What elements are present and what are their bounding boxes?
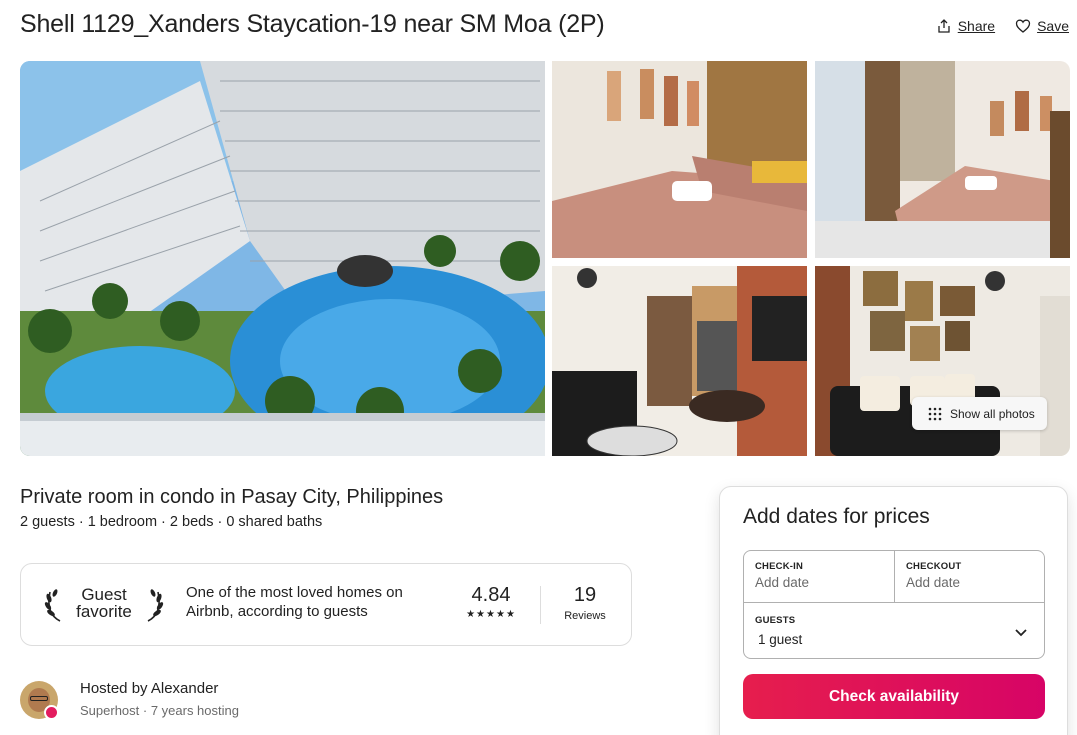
guests-label: GUESTS	[755, 615, 796, 626]
photo-main-pool[interactable]	[20, 61, 545, 456]
photo-bedroom-1[interactable]	[552, 61, 807, 258]
show-all-photos-label: Show all photos	[950, 406, 1035, 421]
rating-block: 4.84 ★★★★★	[457, 584, 525, 620]
photo-bedroom-2[interactable]	[815, 61, 1070, 258]
guest-favorite-line1: Guest	[81, 585, 127, 604]
rating-divider	[540, 586, 541, 624]
checkout-value: Add date	[906, 575, 961, 590]
date-guest-picker: CHECK-IN Add date CHECKOUT Add date GUES…	[743, 550, 1045, 659]
guests-field[interactable]: GUESTS 1 guest	[744, 603, 1044, 659]
avatar-glasses	[30, 696, 48, 701]
superhost-badge-icon	[44, 705, 59, 720]
host-name: Hosted by Alexander	[80, 680, 219, 697]
booking-card: Add dates for prices CHECK-IN Add date C…	[719, 486, 1068, 735]
share-button[interactable]: Share	[936, 18, 995, 34]
laurel-right-icon	[147, 589, 164, 622]
listing-actions: Share Save	[936, 18, 1069, 34]
guest-favorite-badge: Guest favorite	[44, 584, 164, 626]
share-label: Share	[957, 18, 996, 34]
room-facts: 2 guests · 1 bedroom · 2 beds · 0 shared…	[20, 514, 323, 530]
host-meta: Superhost · 7 years hosting	[80, 703, 239, 718]
chevron-down-icon	[1015, 629, 1027, 637]
avatar[interactable]	[20, 681, 59, 720]
reviews-count: 19	[573, 584, 597, 606]
checkin-value: Add date	[755, 575, 810, 590]
rating-stars: ★★★★★	[466, 609, 516, 620]
checkout-field[interactable]: CHECKOUT Add date	[895, 551, 1045, 603]
guests-value: 1 guest	[758, 632, 803, 647]
photo-gallery: Show all photos	[20, 61, 1070, 456]
check-availability-button[interactable]: Check availability	[743, 674, 1045, 719]
rating-value: 4.84	[471, 584, 511, 606]
show-all-photos-button[interactable]: Show all photos	[912, 397, 1047, 430]
grid-dots-icon	[928, 407, 942, 420]
checkin-label: CHECK-IN	[755, 561, 804, 572]
guest-favorite-card[interactable]: Guest favorite One of the most loved hom…	[20, 563, 632, 646]
save-button[interactable]: Save	[1015, 18, 1069, 34]
share-icon	[938, 19, 950, 33]
booking-title: Add dates for prices	[743, 505, 930, 528]
room-type-heading: Private room in condo in Pasay City, Phi…	[20, 486, 444, 508]
save-label: Save	[1037, 18, 1069, 34]
listing-title: Shell 1129_Xanders Staycation-19 near SM…	[20, 10, 605, 38]
checkout-label: CHECKOUT	[906, 561, 962, 572]
reviews-label: Reviews	[564, 610, 606, 622]
guest-favorite-description: One of the most loved homes on Airbnb, a…	[186, 584, 403, 620]
checkin-field[interactable]: CHECK-IN Add date	[744, 551, 895, 603]
guest-favorite-line2: favorite	[76, 602, 132, 621]
photo-living-kitchen[interactable]	[552, 266, 807, 456]
heart-icon	[1015, 19, 1031, 33]
reviews-block[interactable]: 19 Reviews	[554, 584, 616, 622]
laurel-left-icon	[44, 589, 61, 622]
